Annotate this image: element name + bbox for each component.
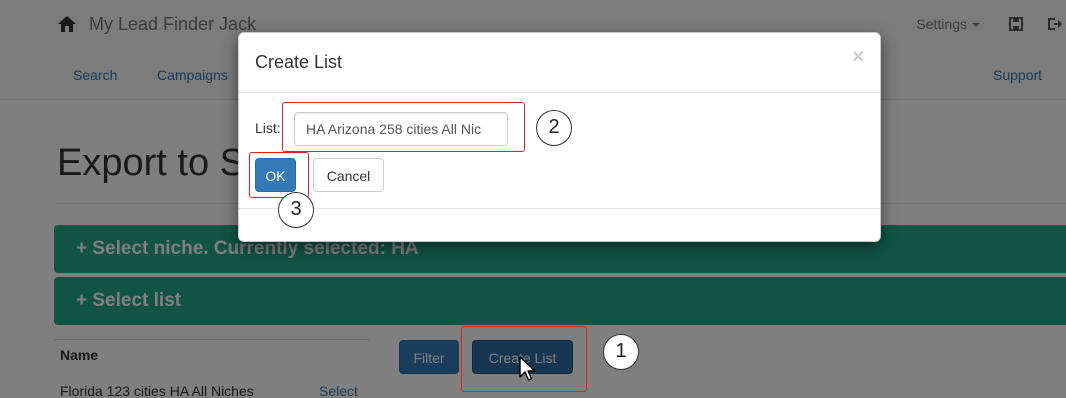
step-1-callout: 1 (603, 334, 639, 370)
highlight-list-input (282, 102, 525, 152)
list-field-label: List: (255, 120, 281, 136)
modal-title: Create List (255, 52, 343, 72)
mouse-pointer-icon (519, 356, 536, 381)
cancel-button[interactable]: Cancel (313, 158, 384, 192)
close-icon[interactable]: × (852, 46, 864, 69)
highlight-ok-button (249, 152, 309, 198)
modal-footer-divider (239, 208, 880, 209)
step-2-callout: 2 (536, 110, 572, 146)
modal-header: Create List × (239, 33, 880, 93)
step-3-callout: 3 (278, 192, 314, 228)
